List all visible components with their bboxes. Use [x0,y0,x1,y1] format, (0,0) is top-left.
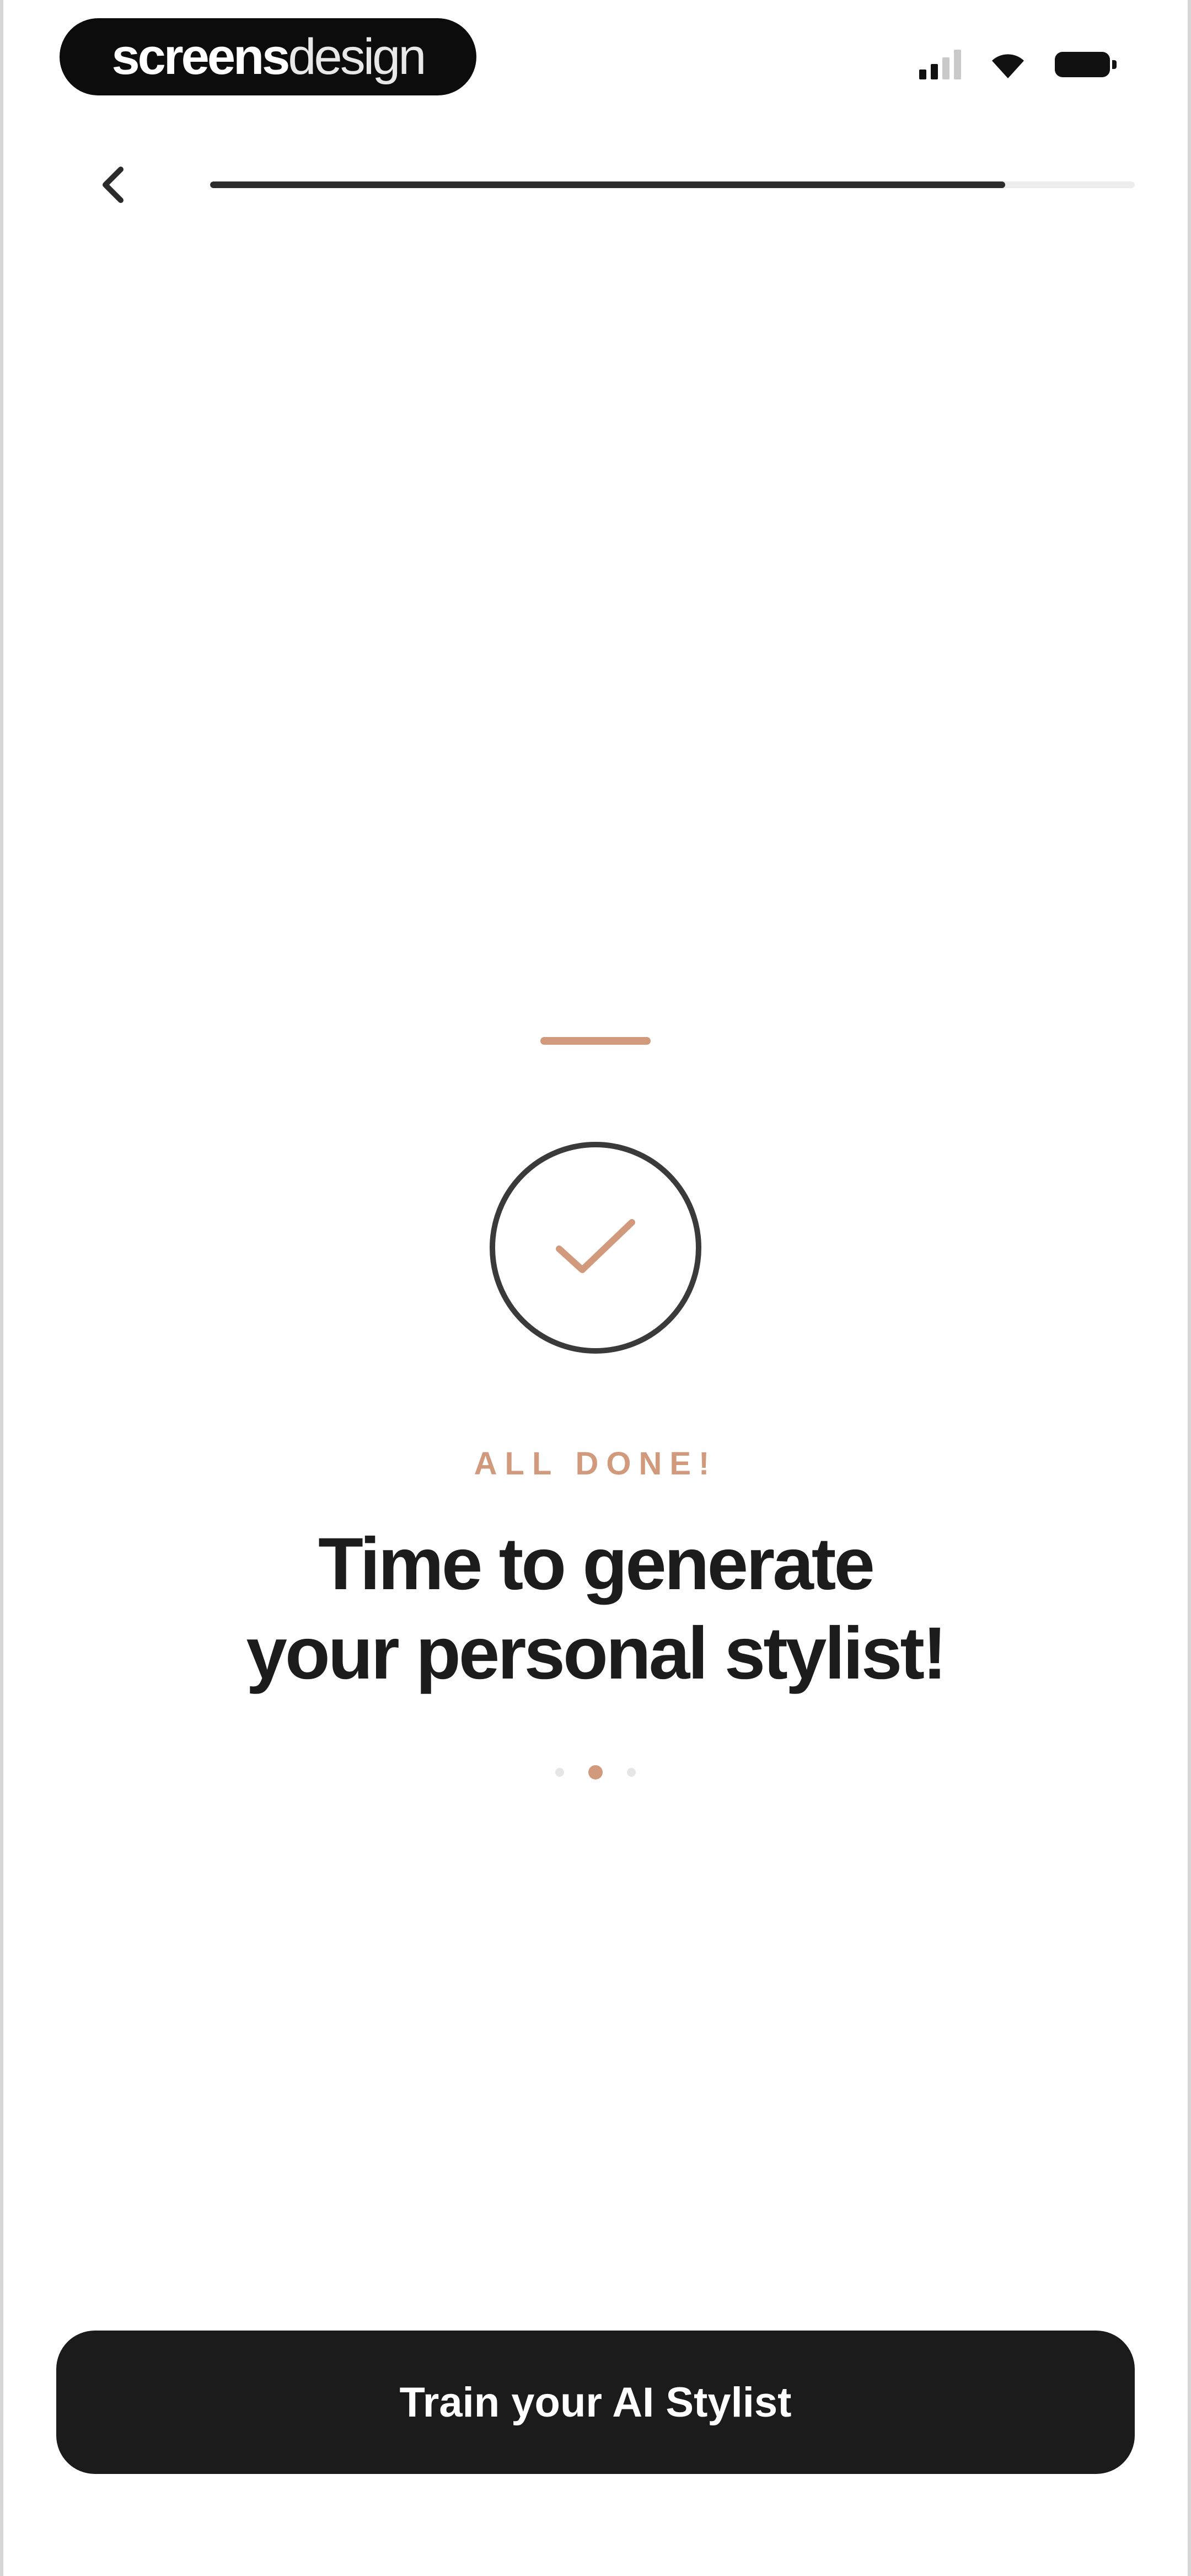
brand-text-light: design [288,29,426,85]
page-title: Time to generate your personal stylist! [0,1520,1191,1698]
page-dot [627,1768,636,1777]
wifi-icon [992,54,1024,78]
page-dot [555,1768,564,1777]
back-button[interactable] [83,154,143,215]
page-indicator [0,1765,1191,1779]
train-ai-stylist-button[interactable]: Train your AI Stylist [56,2331,1135,2474]
page-title-line-2: your personal stylist! [246,1612,947,1695]
chevron-left-icon [103,167,124,203]
success-check-badge [490,1142,701,1354]
battery-icon [1055,52,1117,77]
cellular-signal-icon [919,50,961,79]
onboarding-progress-bar [210,181,1135,188]
progress-fill [210,181,1006,188]
page-dot-active [588,1765,603,1779]
brand-watermark: screens design [60,18,476,95]
eyebrow-label: ALL DONE! [474,1446,717,1482]
accent-dash [540,1037,651,1045]
status-icons [919,50,1117,79]
checkmark-icon [556,1219,635,1273]
brand-text-bold: screens [111,29,291,85]
page-title-line-1: Time to generate [318,1523,875,1605]
